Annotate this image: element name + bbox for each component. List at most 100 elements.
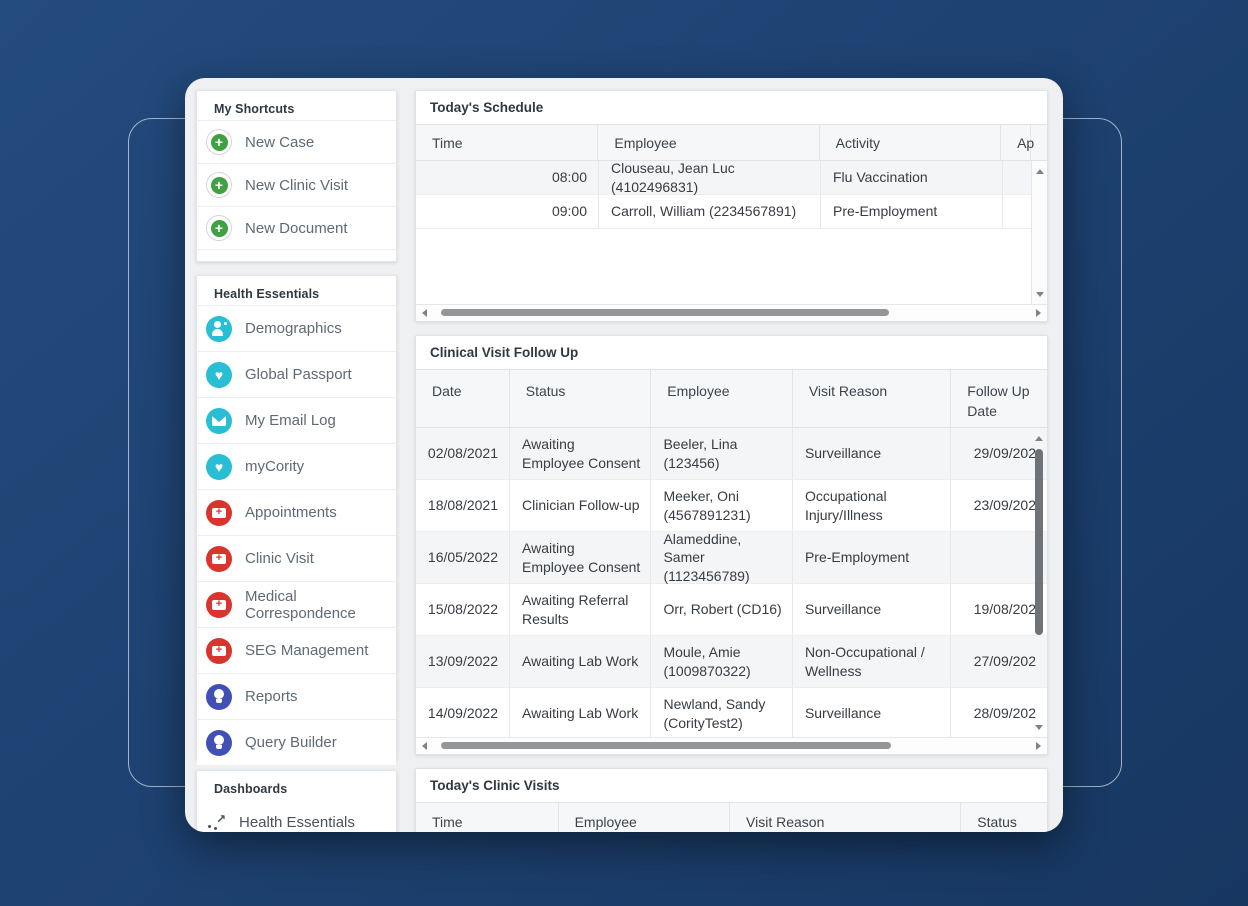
dashboards-title: Dashboards [197,771,396,800]
follow-up-table-body: 02/08/2021 Awaiting Employee Consent Bee… [416,428,1047,740]
cell-status: Awaiting Referral Results [510,584,651,635]
cell-employee: Carroll, William (2234567891) [599,195,821,228]
sidebar-item-reports[interactable]: Reports [197,673,396,719]
column-header-status[interactable]: Status [510,370,652,427]
follow-up-row[interactable]: 16/05/2022 Awaiting Employee Consent Ala… [416,532,1047,584]
sidebar-item-label: New Case [245,134,314,151]
clinical-visit-follow-up-panel: Clinical Visit Follow Up Date Status Emp… [415,335,1048,755]
todays-schedule-panel: Today's Schedule Time Employee Activity … [415,90,1048,322]
column-header-employee[interactable]: Employee [651,370,793,427]
column-header-time[interactable]: Time [416,125,598,160]
cell-visit-reason: Surveillance [793,584,951,635]
health-essentials-list: Demographics Global Passport My Email Lo… [197,305,396,765]
sidebar-item-demographics[interactable]: Demographics [197,305,396,351]
column-header-appointment[interactable]: Ap [1001,125,1031,160]
vertical-scrollbar[interactable] [1031,161,1047,305]
scrollbar-thumb[interactable] [441,742,891,749]
column-header-follow-up-date[interactable]: Follow Up Date [951,370,1047,427]
sidebar-item-global-passport[interactable]: Global Passport [197,351,396,397]
health-essentials-card: Health Essentials Demographics Global Pa… [196,275,397,760]
horizontal-scrollbar[interactable] [416,737,1047,754]
cell-status: Awaiting Employee Consent [510,532,651,583]
cell-employee: Alameddine, Samer (1123456789) [651,532,792,583]
todays-clinic-visits-panel: Today's Clinic Visits Time Employee Visi… [415,768,1048,832]
todays-clinic-visits-title: Today's Clinic Visits [416,769,1047,802]
column-header-visit-reason[interactable]: Visit Reason [793,370,951,427]
scroll-right-arrow-icon[interactable] [1036,742,1041,750]
sidebar-item-new-case[interactable]: New Case [197,120,396,163]
cell-employee: Meeker, Oni (4567891231) [651,480,792,531]
column-header-activity[interactable]: Activity [820,125,1001,160]
horizontal-scrollbar[interactable] [416,304,1047,321]
sidebar-item-medical-correspondence[interactable]: Medical Correspondence [197,581,396,627]
cell-status: Clinician Follow-up [510,480,651,531]
sidebar-item-label: My Email Log [245,412,336,429]
add-icon [206,172,232,198]
cell-employee: Orr, Robert (CD16) [651,584,792,635]
mail-icon [206,408,232,434]
cell-date: 13/09/2022 [416,636,510,687]
cell-activity: Flu Vaccination [821,161,1003,194]
sidebar-item-new-clinic-visit[interactable]: New Clinic Visit [197,163,396,206]
sidebar-item-label: myCority [245,458,304,475]
follow-up-row[interactable]: 15/08/2022 Awaiting Referral Results Orr… [416,584,1047,636]
sidebar-item-label: Global Passport [245,366,352,383]
medical-bag-icon [206,546,232,572]
sidebar-item-label: New Document [245,220,348,237]
cell-activity: Pre-Employment [821,195,1003,228]
lightbulb-icon [206,730,232,756]
cell-employee: Clouseau, Jean Luc (4102496831) [599,161,821,194]
cell-employee: Beeler, Lina (123456) [651,428,792,479]
health-essentials-title: Health Essentials [197,276,396,305]
scrollbar-thumb[interactable] [441,309,889,316]
my-shortcuts-card: My Shortcuts New Case New Clinic Visit [196,90,397,262]
person-search-icon [206,316,232,342]
cell-visit-reason: Occupational Injury/Illness [793,480,951,531]
sidebar-item-label: Query Builder [245,734,337,751]
scroll-down-arrow-icon[interactable] [1035,725,1043,730]
column-header-status[interactable]: Status [961,803,1047,832]
follow-up-row[interactable]: 14/09/2022 Awaiting Lab Work Newland, Sa… [416,688,1047,740]
sidebar-item-new-document[interactable]: New Document [197,206,396,249]
scrollbar-thumb[interactable] [1035,449,1043,635]
sidebar-item-appointments[interactable]: Appointments [197,489,396,535]
column-header-time[interactable]: Time [416,803,559,832]
follow-up-row[interactable]: 13/09/2022 Awaiting Lab Work Moule, Amie… [416,636,1047,688]
column-header-employee[interactable]: Employee [559,803,730,832]
sidebar-item-seg-management[interactable]: SEG Management [197,627,396,673]
column-header-visit-reason[interactable]: Visit Reason [730,803,961,832]
sidebar-item-label: Demographics [245,320,342,337]
sidebar-item-clinic-visit[interactable]: Clinic Visit [197,535,396,581]
column-header-employee[interactable]: Employee [598,125,819,160]
cell-visit-reason: Surveillance [793,428,951,479]
my-shortcuts-title: My Shortcuts [197,91,396,120]
follow-up-row[interactable]: 02/08/2021 Awaiting Employee Consent Bee… [416,428,1047,480]
vertical-scrollbar[interactable] [1031,428,1046,738]
sidebar-item-label: Clinic Visit [245,550,314,567]
scroll-left-arrow-icon[interactable] [422,309,427,317]
cell-appointment [1003,195,1033,228]
clinic-visits-table-header: Time Employee Visit Reason Status [416,802,1047,832]
cell-status: Awaiting Employee Consent [510,428,651,479]
follow-up-table-header: Date Status Employee Visit Reason Follow… [416,369,1047,428]
dashboards-list: Health Essentials [197,800,396,832]
sidebar-item-health-essentials[interactable]: Health Essentials [197,800,396,832]
cell-employee: Moule, Amie (1009870322) [651,636,792,687]
scroll-left-arrow-icon[interactable] [422,742,427,750]
scroll-up-arrow-icon[interactable] [1036,169,1044,174]
column-header-date[interactable]: Date [416,370,510,427]
scroll-right-arrow-icon[interactable] [1036,309,1041,317]
schedule-row[interactable]: 08:00 Clouseau, Jean Luc (4102496831) Fl… [416,161,1047,195]
cell-employee: Newland, Sandy (CorityTest2) [651,688,792,739]
my-shortcuts-list: New Case New Clinic Visit New Document [197,120,396,249]
sidebar-item-mycority[interactable]: myCority [197,443,396,489]
schedule-row[interactable]: 09:00 Carroll, William (2234567891) Pre-… [416,195,1047,229]
scroll-down-arrow-icon[interactable] [1036,292,1044,297]
sidebar-item-query-builder[interactable]: Query Builder [197,719,396,765]
cell-status: Awaiting Lab Work [510,688,651,739]
scroll-up-arrow-icon[interactable] [1035,436,1043,441]
sidebar-item-label: Reports [245,688,298,705]
sidebar-item-my-email-log[interactable]: My Email Log [197,397,396,443]
follow-up-row[interactable]: 18/08/2021 Clinician Follow-up Meeker, O… [416,480,1047,532]
cell-status: Awaiting Lab Work [510,636,651,687]
